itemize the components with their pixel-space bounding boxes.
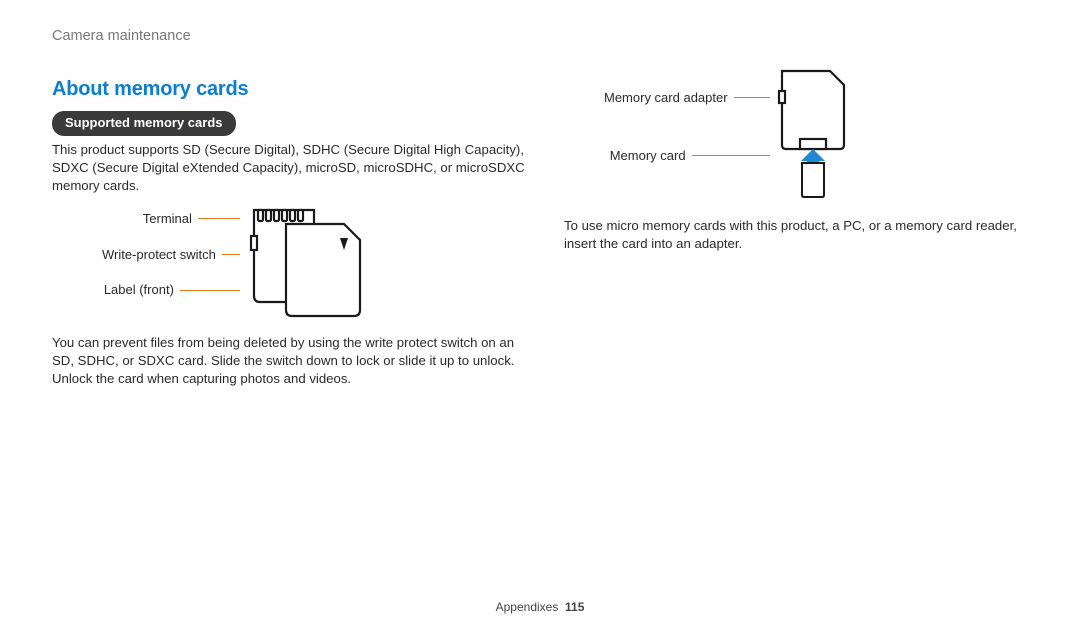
label-adapter: Memory card adapter: [604, 89, 728, 107]
adapter-paragraph: To use micro memory cards with this prod…: [564, 217, 1042, 253]
label-memory-card: Memory card: [610, 147, 686, 165]
left-column: Supported memory cards This product supp…: [52, 111, 530, 396]
write-protect-paragraph: You can prevent files from being deleted…: [52, 334, 530, 389]
label-terminal: Terminal: [143, 210, 192, 228]
intro-paragraph: This product supports SD (Secure Digital…: [52, 141, 530, 196]
subsection-pill: Supported memory cards: [52, 111, 236, 136]
right-column: Memory card adapter Memory card: [564, 61, 1042, 261]
adapter-diagram-row: Memory card adapter Memory card: [604, 67, 1042, 207]
label-front: Label (front): [104, 281, 174, 299]
memory-card-adapter-icon: [774, 67, 854, 207]
page-header: Camera maintenance: [52, 28, 1028, 44]
footer-page-number: 115: [565, 600, 584, 614]
label-write-protect: Write-protect switch: [102, 246, 216, 264]
page-footer: Appendixes 115: [0, 600, 1080, 614]
sd-card-icon: [244, 204, 374, 324]
footer-section: Appendixes: [496, 600, 559, 614]
sd-card-diagram-row: Terminal Write-protect switch Label (fro…: [102, 204, 530, 324]
